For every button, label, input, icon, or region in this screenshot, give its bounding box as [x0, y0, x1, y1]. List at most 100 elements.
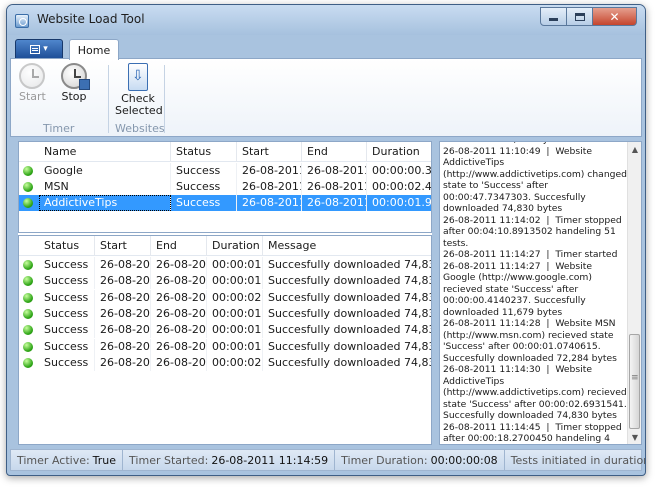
window-title: Website Load Tool — [37, 12, 145, 26]
website-row[interactable]: Google Success 26-08-2011 1 26-08-2011 1… — [19, 163, 431, 179]
result-message: Succesfully downloaded 74,830 byte — [268, 355, 431, 369]
websites-grid-header: Name Status Start End Duration — [19, 142, 431, 162]
result-start: 26-08-2011 — [95, 354, 151, 371]
green-dot-icon — [23, 292, 33, 303]
close-button[interactable]: ✕ — [593, 7, 637, 26]
scroll-down-icon[interactable]: ▼ — [628, 430, 641, 444]
website-start: 26-08-2011 1 — [237, 179, 302, 195]
result-message: Succesfully downloaded 74,830 byte — [268, 274, 431, 288]
column-header-status[interactable]: Status — [39, 236, 95, 256]
title-bar[interactable]: Website Load Tool ✕ — [7, 5, 645, 35]
maximize-button[interactable] — [567, 7, 593, 26]
column-header-end[interactable]: End — [302, 142, 367, 162]
result-row[interactable]: Success26-08-201126-08-201100:00:01.89Su… — [19, 322, 431, 339]
result-end: 26-08-2011 — [151, 273, 207, 290]
status-label: Tests initiated in duration: — [510, 453, 646, 467]
start-button-label: Start — [19, 90, 46, 103]
scroll-thumb[interactable] — [629, 334, 640, 429]
green-dot-icon — [23, 357, 33, 368]
result-duration: 00:00:01.96 — [207, 305, 263, 322]
website-end: 26-08-2011 1 — [302, 195, 367, 211]
result-message: Succesfully downloaded 74,830 byte — [268, 258, 431, 271]
ribbon-panel: Start Stop Timer Check Selected Websites — [10, 58, 642, 137]
column-header-duration[interactable]: Duration — [207, 236, 263, 256]
minimize-button[interactable] — [540, 7, 567, 26]
group-separator — [108, 65, 109, 133]
result-end: 26-08-2011 — [151, 322, 207, 339]
start-button[interactable]: Start — [19, 63, 46, 103]
clock-disabled-icon — [19, 63, 46, 89]
result-message: Succesfully downloaded 74,830 byte — [268, 290, 431, 304]
result-row[interactable]: Success26-08-201126-08-201100:00:01.99Su… — [19, 257, 431, 273]
result-duration: 00:00:01.94 — [207, 338, 263, 355]
minimize-icon — [549, 18, 558, 21]
group-label-timer: Timer — [43, 122, 75, 135]
left-pane: Name Status Start End Duration Google Su… — [18, 141, 432, 445]
website-duration: 00:00:01.9921 — [372, 196, 432, 209]
application-menu-button[interactable]: ▾ — [15, 39, 63, 59]
result-start: 26-08-2011 — [95, 289, 151, 306]
result-status: Success — [39, 257, 95, 273]
ribbon-tab-strip: ▾ Home — [7, 35, 645, 60]
website-start: 26-08-2011 1 — [237, 163, 302, 179]
scroll-up-icon[interactable]: ▲ — [628, 142, 641, 156]
column-header-end[interactable]: End — [151, 236, 207, 256]
column-header-status[interactable]: Status — [171, 142, 237, 162]
status-label: Timer Active: — [17, 453, 90, 467]
log-scrollbar[interactable]: ▲ ▼ — [627, 142, 641, 444]
log-panel[interactable]: downloaded 11,799 bytes 26-08-2011 11:10… — [439, 141, 642, 445]
result-start: 26-08-2011 — [95, 273, 151, 290]
app-window: Website Load Tool ✕ ▾ Home Start Stop Ti… — [6, 4, 646, 476]
stop-button[interactable]: Stop — [61, 63, 90, 103]
result-end: 26-08-2011 — [151, 354, 207, 371]
status-value: 00:00:00:08 — [430, 453, 498, 467]
result-row[interactable]: Success26-08-201126-08-201100:00:01.96Su… — [19, 305, 431, 322]
app-icon[interactable] — [15, 14, 29, 28]
check-selected-button[interactable]: Check Selected — [115, 63, 163, 117]
website-status: Success — [171, 163, 237, 179]
result-message: Succesfully downloaded 74,830 byte — [268, 339, 431, 353]
status-label: Timer Started: — [129, 453, 209, 467]
result-message: Succesfully downloaded 74,830 byte — [268, 323, 431, 337]
caption-buttons: ✕ — [540, 7, 637, 27]
column-header-name[interactable]: Name — [39, 142, 171, 162]
result-start: 26-08-2011 — [95, 322, 151, 339]
menu-icon — [30, 44, 41, 54]
maximize-icon — [574, 12, 585, 21]
green-dot-icon — [23, 341, 33, 352]
result-end: 26-08-2011 — [151, 289, 207, 306]
column-header-start[interactable]: Start — [95, 236, 151, 256]
result-status: Success — [39, 305, 95, 322]
website-start: 26-08-2011 1 — [237, 195, 302, 211]
result-status: Success — [39, 354, 95, 371]
green-dot-icon — [23, 276, 33, 287]
result-end: 26-08-2011 — [151, 338, 207, 355]
websites-grid[interactable]: Name Status Start End Duration Google Su… — [18, 141, 432, 233]
column-header-duration[interactable]: Duration — [367, 142, 431, 162]
status-value: 26-08-2011 11:14:59 — [211, 453, 329, 467]
results-grid[interactable]: Status Start End Duration Message Succes… — [18, 235, 432, 445]
website-row[interactable]: MSN Success 26-08-2011 1 26-08-2011 1 00… — [19, 179, 431, 195]
column-header-start[interactable]: Start — [237, 142, 302, 162]
chevron-down-icon: ▾ — [43, 44, 48, 54]
close-icon: ✕ — [609, 9, 620, 24]
green-dot-icon — [23, 198, 33, 208]
status-timer-started: Timer Started: 26-08-2011 11:14:59 — [123, 450, 336, 470]
stop-button-label: Stop — [61, 90, 87, 103]
green-dot-icon — [23, 325, 33, 336]
status-timer-duration: Timer Duration: 00:00:00:08 — [335, 450, 505, 470]
result-row[interactable]: Success26-08-201126-08-201100:00:02.69Su… — [19, 354, 431, 371]
column-header-message[interactable]: Message — [263, 236, 431, 256]
website-row-selected[interactable]: AddictiveTips Success 26-08-2011 1 26-08… — [19, 195, 431, 211]
website-end: 26-08-2011 1 — [302, 179, 367, 195]
result-row[interactable]: Success26-08-201126-08-201100:00:01.89Su… — [19, 273, 431, 290]
website-name: MSN — [39, 179, 171, 195]
website-name: Google — [39, 163, 171, 179]
result-end: 26-08-2011 — [151, 257, 207, 273]
tab-home[interactable]: Home — [69, 39, 119, 60]
result-row[interactable]: Success26-08-201126-08-201100:00:01.94Su… — [19, 338, 431, 355]
log-text: downloaded 11,799 bytes 26-08-2011 11:10… — [443, 142, 627, 444]
result-row[interactable]: Success26-08-201126-08-201100:00:02.18Su… — [19, 289, 431, 306]
result-duration: 00:00:01.89 — [207, 273, 263, 290]
group-label-websites: Websites — [115, 122, 165, 135]
